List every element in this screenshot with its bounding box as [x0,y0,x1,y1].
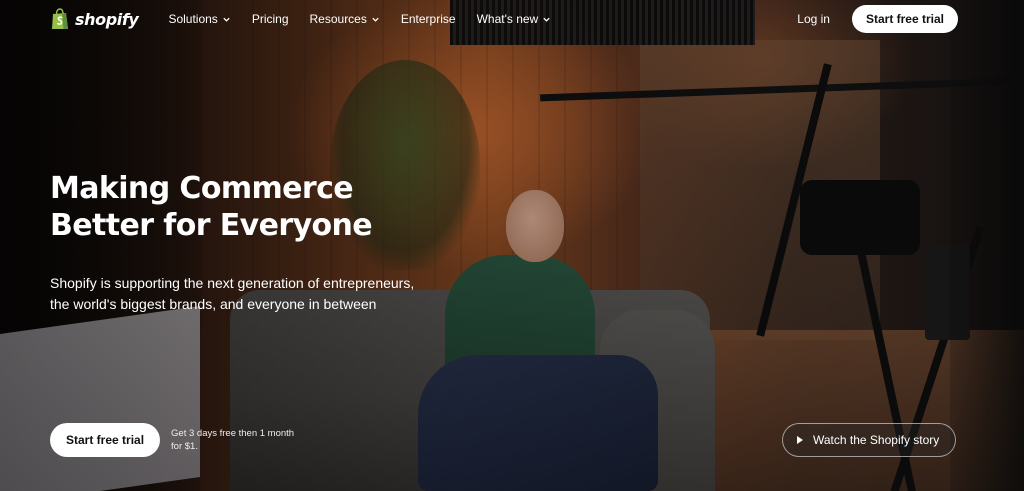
hero-headline: Making Commerce Better for Everyone [50,170,430,244]
nav-item-resources[interactable]: Resources [310,12,380,26]
hero-subtext: Shopify is supporting the next generatio… [50,273,450,315]
trial-note-line: for $1. [171,441,198,452]
headline-line: Making Commerce [50,171,354,206]
top-navigation: shopify Solutions Pricing Resources Ente… [0,0,1024,38]
headline-line: Better for Everyone [50,208,373,243]
subtext-line: the world's biggest brands, and everyone… [50,296,377,312]
subtext-line: Shopify is supporting the next generatio… [50,275,415,291]
nav-item-pricing[interactable]: Pricing [252,12,289,26]
watch-story-button[interactable]: Watch the Shopify story [782,423,956,457]
nav-item-enterprise[interactable]: Enterprise [401,12,456,26]
logo-wordmark: shopify [75,9,139,29]
play-icon [797,436,803,444]
hero-cta-row: Start free trial Get 3 days free then 1 … [50,423,341,457]
hero-start-trial-button[interactable]: Start free trial [50,423,161,457]
nav-item-label: Solutions [168,12,218,26]
chevron-down-icon [372,17,379,22]
chevron-down-icon [223,17,230,22]
login-link[interactable]: Log in [797,12,830,26]
nav-right: Log in Start free trial [797,5,958,33]
nav-start-trial-button[interactable]: Start free trial [851,5,958,33]
nav-item-label: Resources [309,12,367,26]
nav-item-label: Enterprise [400,12,456,26]
chevron-down-icon [543,17,550,22]
hero-overlay [0,0,1024,491]
hero-section: shopify Solutions Pricing Resources Ente… [0,0,1024,491]
watch-story-label: Watch the Shopify story [813,433,940,447]
shopify-bag-icon [50,8,70,30]
nav-item-whats-new[interactable]: What's new [477,12,552,26]
trial-note-line: Get 3 days free then 1 month [171,428,295,439]
nav-item-label: Pricing [251,12,289,26]
nav-item-solutions[interactable]: Solutions [168,12,230,26]
nav-links: Solutions Pricing Resources Enterprise W… [168,12,572,26]
trial-note: Get 3 days free then 1 month for $1. [171,427,341,453]
shopify-logo[interactable]: shopify [50,8,139,30]
nav-item-label: What's new [476,12,539,26]
